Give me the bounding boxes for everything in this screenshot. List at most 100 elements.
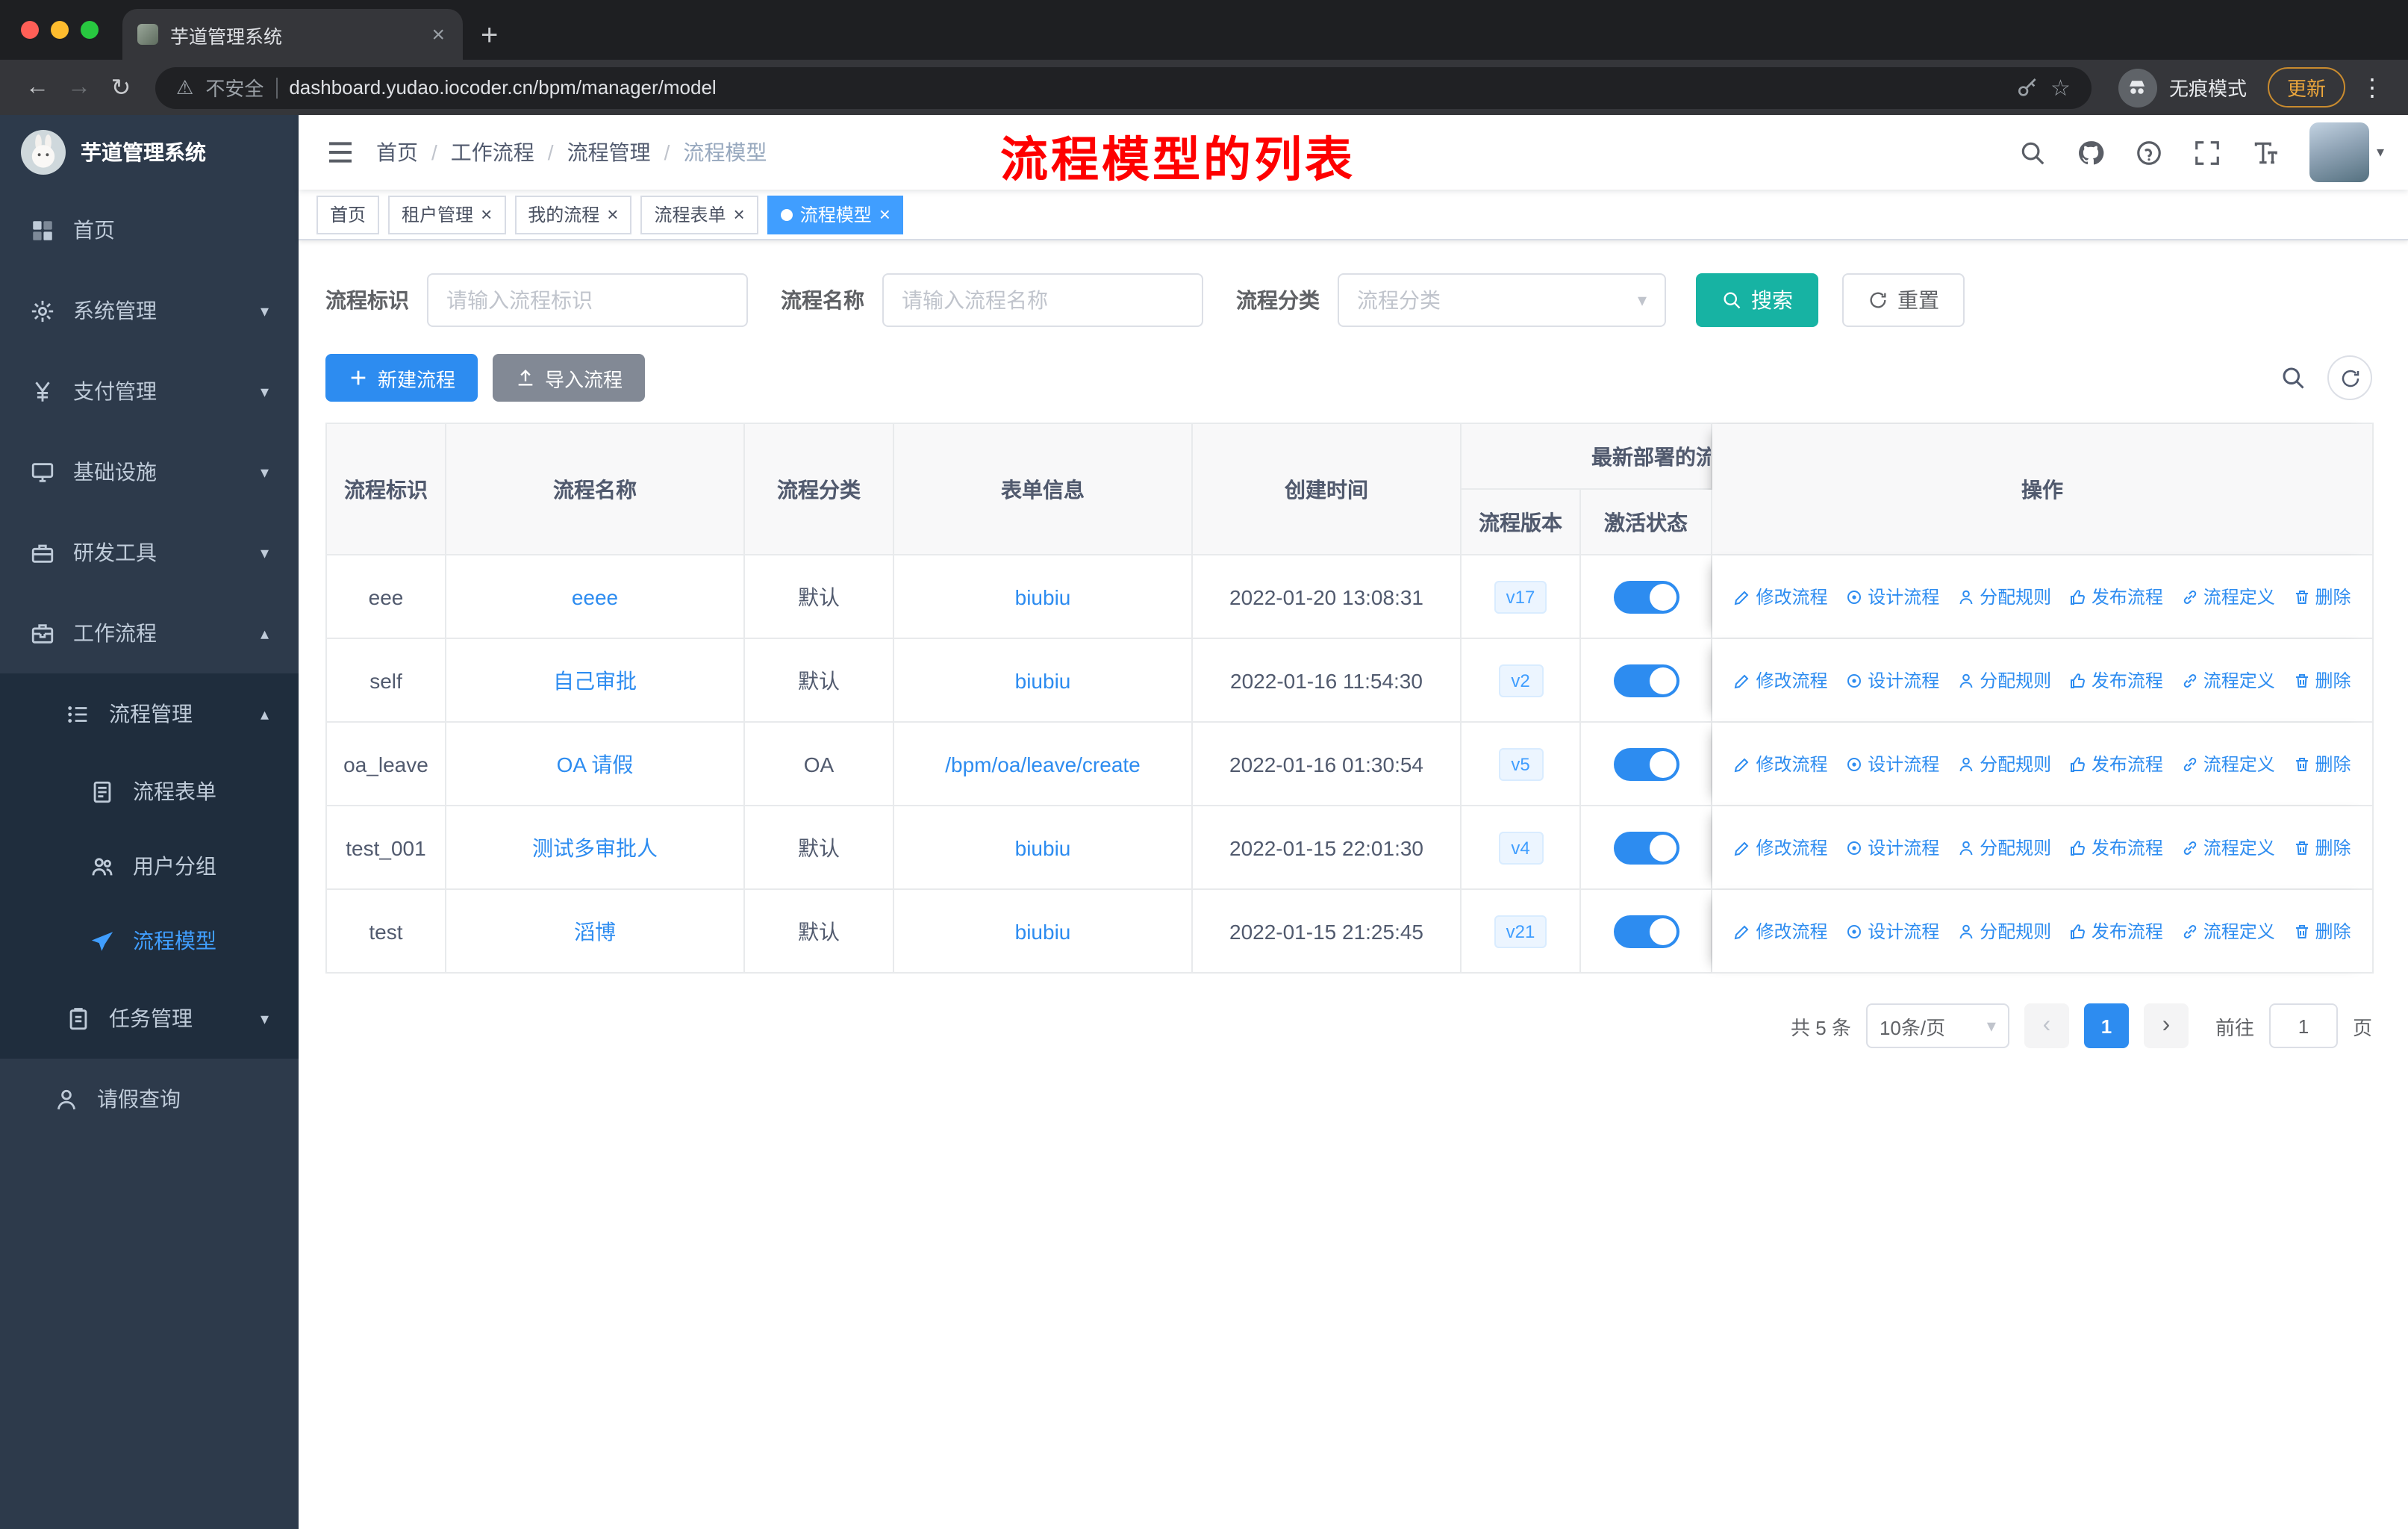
form-info-link[interactable]: biubiu: [1015, 835, 1071, 859]
tag-home[interactable]: 首页: [316, 195, 380, 234]
delete-link[interactable]: 删除: [2293, 585, 2351, 610]
form-info-link[interactable]: biubiu: [1015, 585, 1071, 608]
create-process-button[interactable]: 新建流程: [325, 354, 478, 402]
assign-rule-link[interactable]: 分配规则: [1957, 919, 2051, 944]
design-process-link[interactable]: 设计流程: [1845, 668, 1939, 694]
form-info-link[interactable]: biubiu: [1015, 668, 1071, 692]
page-size-select[interactable]: 10条/页 ▾: [1865, 1003, 2009, 1048]
process-definition-link[interactable]: 流程定义: [2181, 585, 2275, 610]
sidebar-item-payment[interactable]: 支付管理 ▾: [0, 351, 299, 432]
sidebar-item-devtools[interactable]: 研发工具 ▾: [0, 512, 299, 593]
model-name-link[interactable]: 自己审批: [553, 668, 637, 692]
process-definition-link[interactable]: 流程定义: [2181, 752, 2275, 777]
security-label[interactable]: 不安全: [205, 73, 263, 102]
design-process-link[interactable]: 设计流程: [1845, 752, 1939, 777]
tab-close-icon[interactable]: ×: [428, 22, 448, 47]
form-info-link[interactable]: /bpm/oa/leave/create: [945, 752, 1141, 776]
active-toggle[interactable]: [1613, 747, 1679, 780]
active-toggle[interactable]: [1613, 664, 1679, 697]
assign-rule-link[interactable]: 分配规则: [1957, 585, 2051, 610]
publish-process-link[interactable]: 发布流程: [2069, 585, 2163, 610]
next-page-button[interactable]: ›: [2143, 1003, 2189, 1048]
sidebar-item-process-management[interactable]: 流程管理 ▴: [0, 673, 299, 754]
assign-rule-link[interactable]: 分配规则: [1957, 835, 2051, 861]
edit-process-link[interactable]: 修改流程: [1733, 835, 1827, 861]
delete-link[interactable]: 删除: [2293, 919, 2351, 944]
tag-process-model[interactable]: 流程模型 ×: [767, 195, 904, 234]
github-icon[interactable]: [2077, 138, 2105, 166]
search-icon[interactable]: [2018, 138, 2047, 166]
sidebar-item-leave-query[interactable]: 请假查询: [0, 1059, 299, 1139]
model-name-link[interactable]: 测试多审批人: [532, 835, 658, 859]
zoom-window-button[interactable]: [81, 21, 99, 39]
forward-icon[interactable]: →: [60, 74, 99, 101]
model-name-link[interactable]: eeee: [572, 585, 618, 608]
bookmark-star-icon[interactable]: ☆: [2050, 74, 2071, 101]
sidebar-item-home[interactable]: 首页: [0, 190, 299, 270]
model-name-link[interactable]: 滔博: [574, 919, 616, 943]
assign-rule-link[interactable]: 分配规则: [1957, 668, 2051, 694]
form-info-link[interactable]: biubiu: [1015, 919, 1071, 943]
edit-process-link[interactable]: 修改流程: [1733, 919, 1827, 944]
breadcrumb-item[interactable]: 工作流程: [451, 137, 534, 167]
close-icon[interactable]: ×: [879, 203, 890, 225]
sidebar-item-infrastructure[interactable]: 基础设施 ▾: [0, 432, 299, 512]
font-size-icon[interactable]: [2251, 138, 2280, 166]
close-icon[interactable]: ×: [607, 203, 618, 225]
close-window-button[interactable]: [21, 21, 39, 39]
back-icon[interactable]: ←: [18, 74, 57, 101]
publish-process-link[interactable]: 发布流程: [2069, 752, 2163, 777]
refresh-table-button[interactable]: [2327, 355, 2372, 400]
process-id-input[interactable]: [427, 273, 748, 327]
active-toggle[interactable]: [1613, 580, 1679, 613]
process-definition-link[interactable]: 流程定义: [2181, 668, 2275, 694]
category-select[interactable]: 流程分类 ▾: [1338, 273, 1666, 327]
breadcrumb-item[interactable]: 首页: [376, 137, 418, 167]
password-key-icon[interactable]: [2015, 75, 2039, 99]
model-name-link[interactable]: OA 请假: [557, 752, 634, 776]
goto-page-input[interactable]: [2268, 1003, 2338, 1048]
fullscreen-icon[interactable]: [2193, 138, 2221, 166]
sidebar-item-workflow[interactable]: 工作流程 ▴: [0, 593, 299, 673]
current-page-button[interactable]: 1: [2083, 1003, 2129, 1048]
publish-process-link[interactable]: 发布流程: [2069, 668, 2163, 694]
process-definition-link[interactable]: 流程定义: [2181, 835, 2275, 861]
address-bar[interactable]: ⚠ 不安全 dashboard.yudao.iocoder.cn/bpm/man…: [155, 66, 2092, 108]
new-tab-button[interactable]: +: [481, 21, 498, 51]
tag-tenant[interactable]: 租户管理 ×: [388, 195, 506, 234]
sidebar-item-task-management[interactable]: 任务管理 ▾: [0, 978, 299, 1059]
delete-link[interactable]: 删除: [2293, 668, 2351, 694]
design-process-link[interactable]: 设计流程: [1845, 919, 1939, 944]
process-name-input[interactable]: [882, 273, 1203, 327]
prev-page-button[interactable]: ‹: [2024, 1003, 2069, 1048]
browser-menu-icon[interactable]: ⋮: [2354, 72, 2390, 102]
edit-process-link[interactable]: 修改流程: [1733, 585, 1827, 610]
minimize-window-button[interactable]: [51, 21, 69, 39]
design-process-link[interactable]: 设计流程: [1845, 835, 1939, 861]
search-button[interactable]: 搜索: [1696, 273, 1818, 327]
tag-process-form[interactable]: 流程表单 ×: [640, 195, 758, 234]
user-menu[interactable]: ▾: [2309, 122, 2384, 182]
design-process-link[interactable]: 设计流程: [1845, 585, 1939, 610]
breadcrumb-item[interactable]: 流程管理: [567, 137, 651, 167]
publish-process-link[interactable]: 发布流程: [2069, 919, 2163, 944]
toggle-search-icon[interactable]: [2280, 364, 2306, 391]
sidebar-item-user-group[interactable]: 用户分组: [0, 829, 299, 903]
delete-link[interactable]: 删除: [2293, 752, 2351, 777]
tag-my-process[interactable]: 我的流程 ×: [514, 195, 632, 234]
delete-link[interactable]: 删除: [2293, 835, 2351, 861]
reset-button[interactable]: 重置: [1842, 273, 1965, 327]
publish-process-link[interactable]: 发布流程: [2069, 835, 2163, 861]
browser-tab[interactable]: 芋道管理系统 ×: [122, 9, 463, 60]
update-button[interactable]: 更新: [2267, 67, 2345, 108]
sidebar-item-process-form[interactable]: 流程表单: [0, 754, 299, 829]
import-process-button[interactable]: 导入流程: [493, 354, 646, 402]
close-icon[interactable]: ×: [734, 203, 745, 225]
edit-process-link[interactable]: 修改流程: [1733, 668, 1827, 694]
avatar[interactable]: [2309, 122, 2369, 182]
help-icon[interactable]: [2135, 138, 2163, 166]
sidebar-item-system[interactable]: 系统管理 ▾: [0, 270, 299, 351]
active-toggle[interactable]: [1613, 915, 1679, 947]
edit-process-link[interactable]: 修改流程: [1733, 752, 1827, 777]
sidebar-item-process-model[interactable]: 流程模型: [0, 903, 299, 978]
